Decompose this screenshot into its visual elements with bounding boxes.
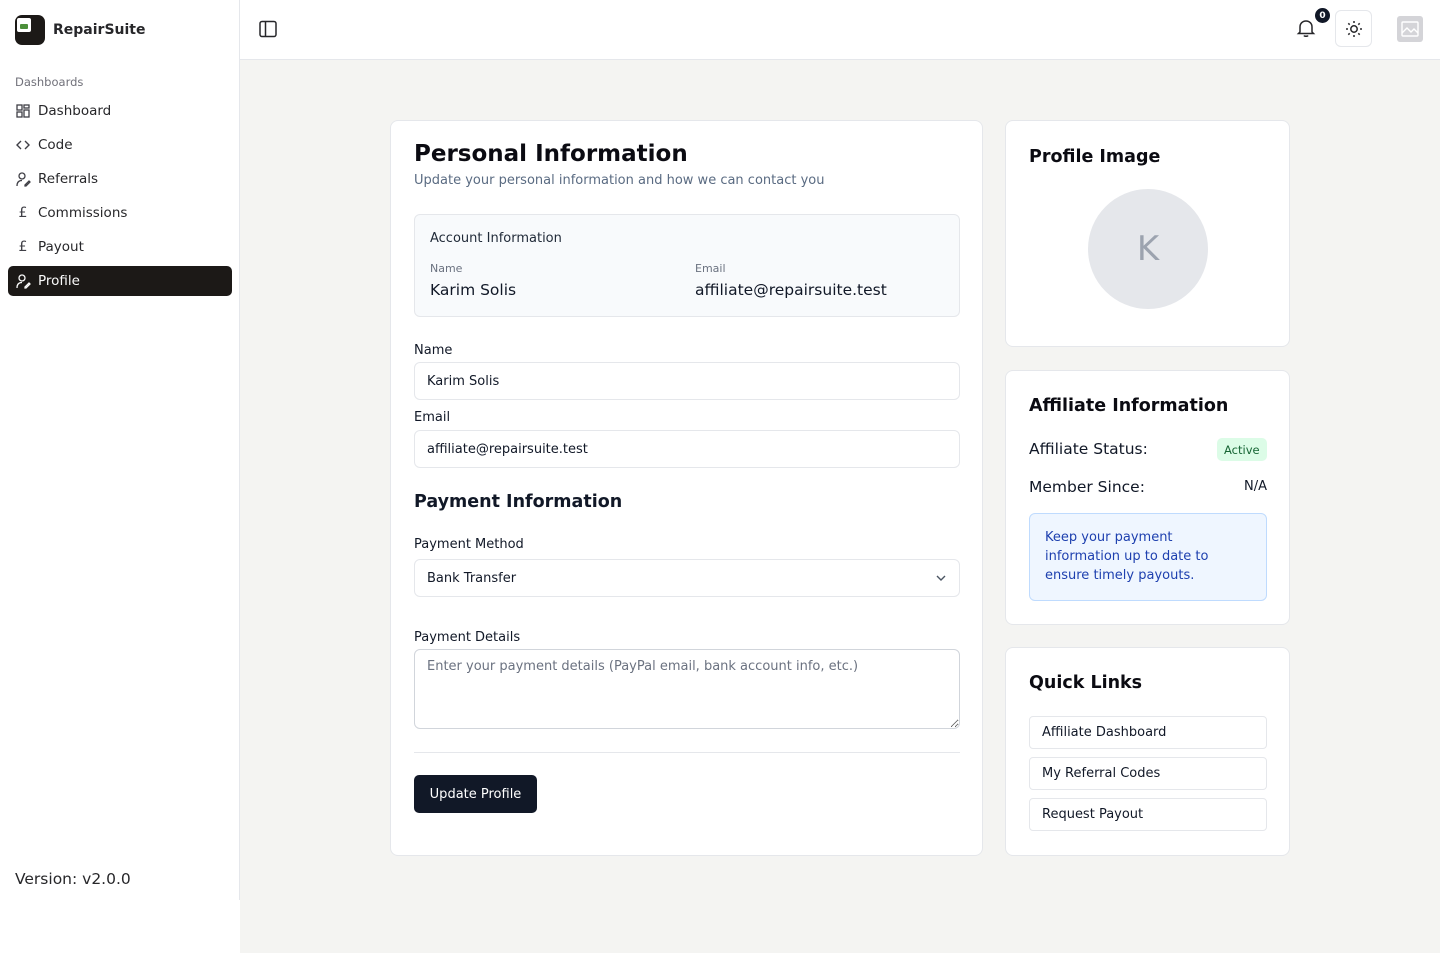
sidebar-item-label: Code <box>38 137 73 153</box>
pound-icon: £ <box>18 205 28 221</box>
brand[interactable]: RepairSuite <box>15 14 145 46</box>
sidebar-item-code[interactable]: Code <box>8 130 232 160</box>
image-placeholder-icon <box>1401 21 1419 37</box>
grid-icon <box>15 103 31 119</box>
app-version: Version: v2.0.0 <box>15 870 131 888</box>
user-avatar-button[interactable] <box>1397 16 1423 42</box>
account-information-box: Account Information Name Karim Solis Ema… <box>414 214 960 317</box>
email-field[interactable]: affiliate@repairsuite.test <box>414 430 960 468</box>
user-pen-icon <box>15 273 31 289</box>
theme-toggle-button[interactable] <box>1335 10 1372 47</box>
brand-name: RepairSuite <box>53 22 146 38</box>
account-name-value: Karim Solis <box>430 281 517 299</box>
sidebar-nav: Dashboard Code Referrals £ Commissions £… <box>8 96 232 300</box>
payment-section-title: Payment Information <box>414 492 623 512</box>
affiliate-info-title: Affiliate Information <box>1029 396 1229 416</box>
affiliate-status-label: Affiliate Status: <box>1029 440 1148 458</box>
sidebar-item-commissions[interactable]: £ Commissions <box>8 198 232 228</box>
quick-links-card: Quick Links Affiliate Dashboard My Refer… <box>1005 647 1290 856</box>
payment-method-label: Payment Method <box>414 537 524 552</box>
sidebar-item-payout[interactable]: £ Payout <box>8 232 232 262</box>
sidebar-item-label: Commissions <box>38 205 128 221</box>
sidebar-item-label: Profile <box>38 273 80 289</box>
name-field-label: Name <box>414 343 453 358</box>
account-name-label: Name <box>430 262 463 275</box>
sidebar-toggle-button[interactable] <box>258 19 278 39</box>
avatar[interactable]: K <box>1088 189 1208 309</box>
member-since-label: Member Since: <box>1029 478 1145 496</box>
profile-image-title: Profile Image <box>1029 147 1161 167</box>
quick-links-title: Quick Links <box>1029 673 1143 693</box>
form-divider <box>414 752 960 753</box>
page-title: Personal Information <box>414 141 688 167</box>
payment-info-note: Keep your payment information up to date… <box>1029 513 1267 601</box>
sidebar-footer-area <box>0 900 240 953</box>
sidebar: RepairSuite Dashboards Dashboard Code Re… <box>0 0 240 900</box>
profile-image-card: Profile Image K <box>1005 120 1290 347</box>
account-email-value: affiliate@repairsuite.test <box>695 281 887 299</box>
account-info-title: Account Information <box>430 231 562 246</box>
member-since-value: N/A <box>1244 479 1267 494</box>
notifications-button[interactable] <box>1295 17 1319 41</box>
payment-details-label: Payment Details <box>414 630 521 645</box>
payment-method-value: Bank Transfer <box>427 570 517 586</box>
personal-information-card: Personal Information Update your persona… <box>390 120 983 856</box>
sidebar-item-referrals[interactable]: Referrals <box>8 164 232 194</box>
quick-link-request-payout[interactable]: Request Payout <box>1029 798 1267 831</box>
status-badge: Active <box>1217 438 1267 461</box>
payment-method-select[interactable]: Bank Transfer <box>414 559 960 597</box>
update-profile-button[interactable]: Update Profile <box>414 775 537 813</box>
user-pen-icon <box>15 171 31 187</box>
page-subtitle: Update your personal information and how… <box>414 173 825 188</box>
account-email-label: Email <box>695 262 726 275</box>
notification-count-badge: 0 <box>1315 8 1330 23</box>
payment-details-field[interactable] <box>414 649 960 729</box>
chevron-down-icon <box>936 575 946 581</box>
quick-link-affiliate-dashboard[interactable]: Affiliate Dashboard <box>1029 716 1267 749</box>
sidebar-item-dashboard[interactable]: Dashboard <box>8 96 232 126</box>
panel-left-icon <box>259 20 277 38</box>
sidebar-item-label: Payout <box>38 239 84 255</box>
topbar: 0 <box>240 0 1440 60</box>
affiliate-information-card: Affiliate Information Affiliate Status: … <box>1005 370 1290 625</box>
sidebar-item-label: Referrals <box>38 171 99 187</box>
nav-group-label: Dashboards <box>15 75 84 89</box>
bell-icon <box>1296 20 1316 37</box>
brand-logo <box>15 15 45 45</box>
name-field[interactable]: Karim Solis <box>414 362 960 400</box>
quick-link-referral-codes[interactable]: My Referral Codes <box>1029 757 1267 790</box>
code-icon <box>15 137 31 153</box>
sidebar-item-label: Dashboard <box>38 103 112 119</box>
sun-icon <box>1345 20 1362 37</box>
sidebar-item-profile[interactable]: Profile <box>8 266 232 296</box>
email-field-label: Email <box>414 410 451 425</box>
pound-icon: £ <box>18 239 28 255</box>
